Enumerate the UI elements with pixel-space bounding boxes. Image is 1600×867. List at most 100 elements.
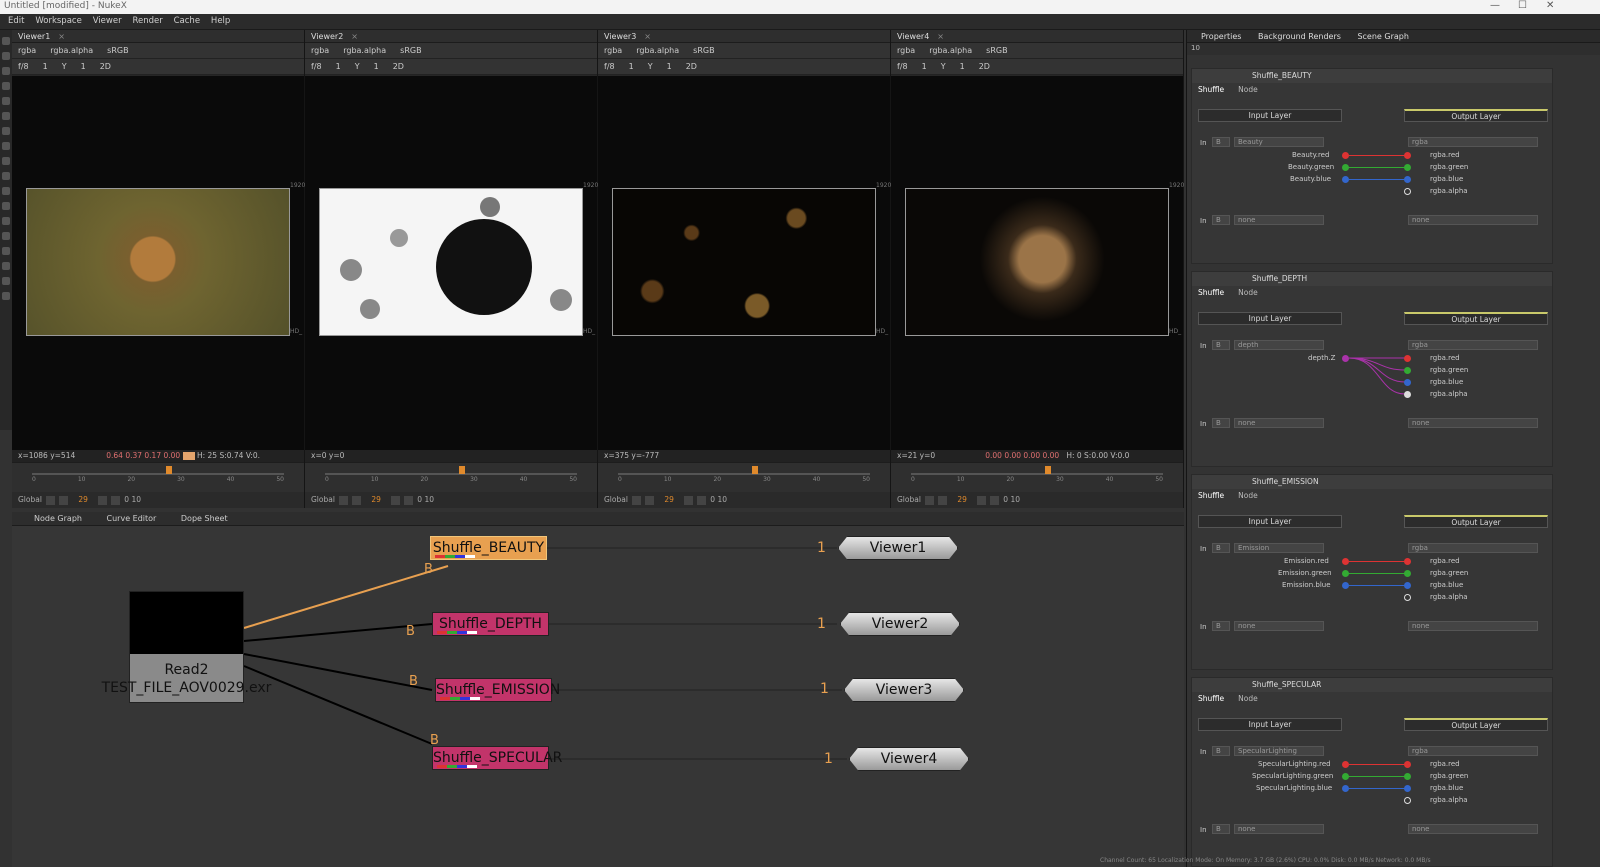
- alpha-output-dot[interactable]: [1404, 188, 1411, 195]
- particles-tool-icon[interactable]: [2, 187, 10, 195]
- furnace-tool-icon[interactable]: [2, 277, 10, 285]
- current-frame[interactable]: 29: [957, 495, 967, 504]
- prev-frame-button[interactable]: [59, 495, 69, 505]
- frame-a-value[interactable]: 1: [43, 62, 48, 71]
- red-channel-dot[interactable]: [1342, 152, 1349, 159]
- filter-tool-icon[interactable]: [2, 112, 10, 120]
- close-icon[interactable]: ✕: [1546, 0, 1554, 12]
- viewer-tab[interactable]: Viewer1 ×: [12, 30, 304, 43]
- blue-output-dot[interactable]: [1404, 176, 1411, 183]
- node-graph[interactable]: Read2 TEST_FILE_AOV0029.exr Shuffle_BEAU…: [12, 526, 1184, 867]
- global-dropdown[interactable]: Global: [897, 495, 921, 504]
- red-output-dot[interactable]: [1404, 152, 1411, 159]
- close-icon[interactable]: ×: [937, 32, 944, 41]
- next-frame-button[interactable]: [696, 495, 706, 505]
- current-frame[interactable]: 29: [664, 495, 674, 504]
- step-value[interactable]: 10: [424, 495, 434, 504]
- b-dropdown[interactable]: B: [1212, 215, 1230, 225]
- green-output-dot[interactable]: [1404, 570, 1411, 577]
- alpha-dropdown[interactable]: rgba.alpha: [636, 46, 679, 55]
- play-button[interactable]: [390, 495, 400, 505]
- maximize-icon[interactable]: ☐: [1518, 0, 1527, 12]
- viewer-tab[interactable]: Viewer3 ×: [598, 30, 890, 43]
- play-button[interactable]: [976, 495, 986, 505]
- green-output-dot[interactable]: [1404, 773, 1411, 780]
- tab-node-graph[interactable]: Node Graph: [34, 514, 82, 523]
- blue-output-dot[interactable]: [1404, 379, 1411, 386]
- current-frame[interactable]: 29: [371, 495, 381, 504]
- channels-dropdown[interactable]: rgba: [897, 46, 915, 55]
- step-value[interactable]: 10: [717, 495, 727, 504]
- shuffle-node-depth[interactable]: Shuffle_DEPTH: [432, 612, 549, 636]
- end-frame[interactable]: 0: [710, 495, 715, 504]
- metadata-tool-icon[interactable]: [2, 232, 10, 240]
- viewer-node-3[interactable]: Viewer3: [844, 678, 964, 702]
- alpha-dropdown[interactable]: rgba.alpha: [50, 46, 93, 55]
- viewer-node-2[interactable]: Viewer2: [840, 612, 960, 636]
- tab-node[interactable]: Node: [1238, 491, 1258, 500]
- output-layer-dropdown[interactable]: rgba: [1408, 340, 1538, 350]
- viewer-tab[interactable]: Viewer4 ×: [891, 30, 1183, 43]
- merge-tool-icon[interactable]: [2, 142, 10, 150]
- tab-node[interactable]: Node: [1238, 85, 1258, 94]
- viewer-node-1[interactable]: Viewer1: [838, 536, 958, 560]
- menu-workspace[interactable]: Workspace: [35, 14, 81, 29]
- input-layer-dropdown[interactable]: SpecularLighting: [1234, 746, 1324, 756]
- viewer-canvas[interactable]: 1920 HD_: [12, 76, 305, 450]
- output-layer-dropdown[interactable]: rgba: [1408, 746, 1538, 756]
- output-layer-2-dropdown[interactable]: none: [1408, 215, 1538, 225]
- menu-edit[interactable]: Edit: [8, 14, 24, 29]
- colorspace-dropdown[interactable]: sRGB: [107, 46, 128, 55]
- timeline[interactable]: 0 10 20 30 40 50: [598, 462, 890, 492]
- red-output-dot[interactable]: [1404, 761, 1411, 768]
- view-mode-dropdown[interactable]: 2D: [979, 62, 990, 71]
- alpha-dropdown[interactable]: rgba.alpha: [929, 46, 972, 55]
- view-mode-dropdown[interactable]: 2D: [686, 62, 697, 71]
- global-dropdown[interactable]: Global: [311, 495, 335, 504]
- frame-a-value[interactable]: 1: [922, 62, 927, 71]
- close-icon[interactable]: ×: [58, 32, 65, 41]
- b-dropdown[interactable]: B: [1212, 137, 1230, 147]
- first-frame-button[interactable]: [339, 495, 349, 505]
- input-layer-2-dropdown[interactable]: none: [1234, 824, 1324, 834]
- view-mode-dropdown[interactable]: 2D: [100, 62, 111, 71]
- first-frame-button[interactable]: [925, 495, 935, 505]
- first-frame-button[interactable]: [46, 495, 56, 505]
- tab-curve-editor[interactable]: Curve Editor: [107, 514, 157, 523]
- red-channel-dot[interactable]: [1342, 558, 1349, 565]
- timeline[interactable]: 0 10 20 30 40 50: [305, 462, 597, 492]
- playhead[interactable]: [752, 466, 758, 474]
- blue-output-dot[interactable]: [1404, 785, 1411, 792]
- input-layer-dropdown[interactable]: Beauty: [1234, 137, 1324, 147]
- blue-channel-dot[interactable]: [1342, 785, 1349, 792]
- fstop-value[interactable]: f/8: [18, 62, 29, 71]
- fstop-value[interactable]: f/8: [897, 62, 908, 71]
- b-dropdown[interactable]: B: [1212, 340, 1230, 350]
- viewer-canvas[interactable]: 1920 HD_: [305, 76, 598, 450]
- gamma-value[interactable]: 1: [667, 62, 672, 71]
- timeline[interactable]: 0 10 20 30 40 50: [12, 462, 304, 492]
- b-dropdown[interactable]: B: [1212, 746, 1230, 756]
- 3d-tool-icon[interactable]: [2, 172, 10, 180]
- tab-node[interactable]: Node: [1238, 694, 1258, 703]
- alpha-output-dot[interactable]: [1404, 797, 1411, 804]
- playhead[interactable]: [459, 466, 465, 474]
- color-tool-icon[interactable]: [2, 97, 10, 105]
- ofx-tool-icon[interactable]: [2, 292, 10, 300]
- alpha-dropdown[interactable]: rgba.alpha: [343, 46, 386, 55]
- read-node[interactable]: Read2 TEST_FILE_AOV0029.exr: [102, 591, 271, 703]
- viewer-canvas[interactable]: 1920 HD_: [891, 76, 1184, 450]
- other-tool-icon[interactable]: [2, 262, 10, 270]
- green-output-dot[interactable]: [1404, 367, 1411, 374]
- panel-title[interactable]: Shuffle_DEPTH: [1252, 274, 1307, 283]
- input-layer-2-dropdown[interactable]: none: [1234, 621, 1324, 631]
- max-panels-value[interactable]: 10: [1191, 44, 1200, 52]
- viewer-canvas[interactable]: 1920 HD_: [598, 76, 891, 450]
- output-layer-2-dropdown[interactable]: none: [1408, 418, 1538, 428]
- menu-help[interactable]: Help: [211, 14, 230, 29]
- playhead[interactable]: [1045, 466, 1051, 474]
- gamma-value[interactable]: 1: [960, 62, 965, 71]
- close-icon[interactable]: ×: [351, 32, 358, 41]
- tab-properties[interactable]: Properties: [1201, 32, 1241, 41]
- view-mode-dropdown[interactable]: 2D: [393, 62, 404, 71]
